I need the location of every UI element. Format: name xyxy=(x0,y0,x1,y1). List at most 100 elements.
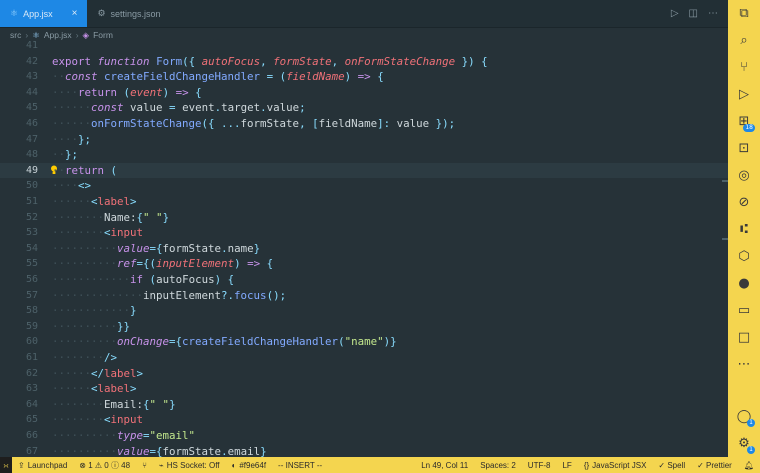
package-icon[interactable]: ⬡ xyxy=(728,243,760,270)
extensions-icon[interactable]: ⊞ 18 xyxy=(728,108,760,135)
line-number: 63 xyxy=(25,383,38,395)
code-line[interactable]: 64 ········Email:{" "} xyxy=(0,397,728,413)
code-token: value xyxy=(266,101,300,115)
run-icon[interactable]: ▷ xyxy=(671,8,679,19)
spell-check[interactable]: ✓ Spell xyxy=(652,461,691,470)
settings-gear-icon[interactable]: ⚙ 1 xyxy=(728,430,760,457)
language-mode[interactable]: {} JavaScript JSX xyxy=(578,461,653,470)
tab-label: App.jsx xyxy=(23,8,53,19)
code-line[interactable]: 42 export function Form({ autoFocus, form… xyxy=(0,54,728,70)
remote-indicator-icon[interactable]: ›‹ xyxy=(0,457,12,473)
split-editor-icon[interactable]: ◫ xyxy=(689,8,698,19)
code-line[interactable]: 66 ··········type="email" xyxy=(0,428,728,444)
code-line[interactable]: 61 ········/> xyxy=(0,350,728,366)
run-debug-icon[interactable]: ▷ xyxy=(728,81,760,108)
code-token: Email: xyxy=(104,397,144,411)
close-icon[interactable]: × xyxy=(72,8,78,19)
code-line[interactable]: 58 ············} xyxy=(0,303,728,319)
more-icon[interactable]: ⋯ xyxy=(728,351,760,378)
editor-actions: ▷ ◫ ⋯ xyxy=(671,0,728,27)
tab-settings-json[interactable]: ⚙ settings.json xyxy=(87,0,170,27)
code-line[interactable]: 56 ············if (autoFocus) { xyxy=(0,272,728,288)
more-actions-icon[interactable]: ⋯ xyxy=(708,8,718,19)
braces-icon: {} xyxy=(583,460,590,470)
code-line[interactable]: 54 ··········value={formState.name} xyxy=(0,241,728,257)
code-token: ?. xyxy=(221,288,235,302)
code-line[interactable]: 41 xyxy=(0,38,728,54)
code-token: " " xyxy=(149,397,170,411)
source-control-icon[interactable]: ⑂ xyxy=(728,54,760,81)
account-icon[interactable]: ◯ 1 xyxy=(728,403,760,430)
code-token: } xyxy=(130,304,137,318)
code-line[interactable]: 50 ····<> xyxy=(0,178,728,194)
accounts-check-glyph: ◎ xyxy=(738,168,750,183)
explorer-icon[interactable]: ⧉ xyxy=(728,0,760,27)
code-token: ·········· xyxy=(52,335,118,349)
code-line[interactable]: 59 ··········}} xyxy=(0,319,728,335)
launchpad-label: Launchpad xyxy=(27,460,68,470)
line-number: 47 xyxy=(25,133,38,145)
git-graph-icon[interactable]: ⑆ xyxy=(728,216,760,243)
code-line[interactable]: 45 ······const value = event.target.value… xyxy=(0,100,728,116)
code-token: " " xyxy=(143,210,163,224)
code-line[interactable]: 44 ····return (event) => { xyxy=(0,85,728,101)
code-token: target xyxy=(221,101,261,115)
code-token: => xyxy=(247,257,261,271)
indentation[interactable]: Spaces: 2 xyxy=(474,461,522,470)
code-token: focus xyxy=(234,288,267,302)
code-line[interactable]: 48 ··}; xyxy=(0,147,728,163)
code-line[interactable]: 67 ··········value={formState.email} xyxy=(0,444,728,457)
code-token: > xyxy=(130,382,137,396)
code-text: ··········type="email" xyxy=(52,428,195,444)
code-token: => xyxy=(357,70,371,84)
code-text: ······onFormStateChange({ ...formState, … xyxy=(52,116,455,132)
run-debug-glyph: ▷ xyxy=(739,87,749,102)
commit-item[interactable]: ◐ #f9e64f xyxy=(226,461,273,470)
code-token: email xyxy=(227,444,261,457)
hs-socket-item[interactable]: ⌁ HS Socket: Off xyxy=(153,461,226,470)
code-line[interactable]: 60 ··········onChange={createFieldChangeH… xyxy=(0,334,728,350)
code-editor[interactable]: 41 42 export function Form({ autoFocus, fo… xyxy=(0,36,728,457)
code-line[interactable]: 57 ··············inputElement?.focus(); xyxy=(0,288,728,304)
remote-explorer-icon[interactable]: ⊡ xyxy=(728,135,760,162)
code-token: { xyxy=(227,273,235,286)
code-text: ··········}} xyxy=(52,319,130,335)
accounts-check-icon[interactable]: ◎ xyxy=(728,162,760,189)
prettier[interactable]: ✓ Prettier xyxy=(691,461,738,470)
line-number: 66 xyxy=(25,430,38,441)
code-line[interactable]: 53 ········<input xyxy=(0,225,728,241)
rocket-icon: ⇪ xyxy=(18,460,25,470)
code-line[interactable]: 51 ······<label> xyxy=(0,194,728,210)
code-token: )} xyxy=(383,335,397,349)
notifications-bell-icon[interactable]: 🔔︎ xyxy=(738,461,760,470)
encoding[interactable]: UTF-8 xyxy=(522,461,557,470)
code-line[interactable]: 65 ········<input xyxy=(0,412,728,428)
code-line[interactable]: 47 ····}; xyxy=(0,132,728,148)
code-token: label xyxy=(104,366,137,380)
code-line[interactable]: 52 ········Name:{" "} xyxy=(0,210,728,226)
github-icon[interactable]: ● xyxy=(728,270,760,297)
code-token: }; xyxy=(65,148,79,162)
code-token: { xyxy=(195,85,202,99)
code-line[interactable]: 43 ··const createFieldChangeHandler = (fi… xyxy=(0,69,728,85)
problems-item[interactable]: ⊗ 1 ⚠ 0 ⓘ 48 xyxy=(73,460,136,471)
cursor-position[interactable]: Ln 49, Col 11 xyxy=(415,461,474,470)
code-line[interactable]: 63 ······<label> xyxy=(0,381,728,397)
code-token: label xyxy=(97,195,131,208)
launchpad-item[interactable]: ⇪ Launchpad xyxy=(12,461,73,470)
square-icon[interactable]: □ xyxy=(728,324,760,351)
tab-app-jsx[interactable]: ⚛ App.jsx × xyxy=(0,0,88,27)
search-icon[interactable]: ⌕ xyxy=(728,27,760,54)
testing-icon[interactable]: ⊘ xyxy=(728,189,760,216)
code-token: name xyxy=(227,241,254,255)
remote-explorer-glyph: ⊡ xyxy=(738,141,750,156)
end-of-line[interactable]: LF xyxy=(556,461,577,470)
code-token: ={ xyxy=(169,335,183,349)
hs-socket-label: HS Socket: Off xyxy=(166,460,220,470)
code-line[interactable]: 55 ··········ref={(inputElement) => { xyxy=(0,256,728,272)
code-line[interactable]: 49 ··return ( xyxy=(0,162,728,179)
terminal-icon[interactable]: ▭ xyxy=(728,297,760,324)
code-line[interactable]: 46 ······onFormStateChange({ ...formState… xyxy=(0,116,728,132)
git-item[interactable]: ⑂ xyxy=(136,461,153,470)
code-line[interactable]: 62 ······</label> xyxy=(0,366,728,382)
